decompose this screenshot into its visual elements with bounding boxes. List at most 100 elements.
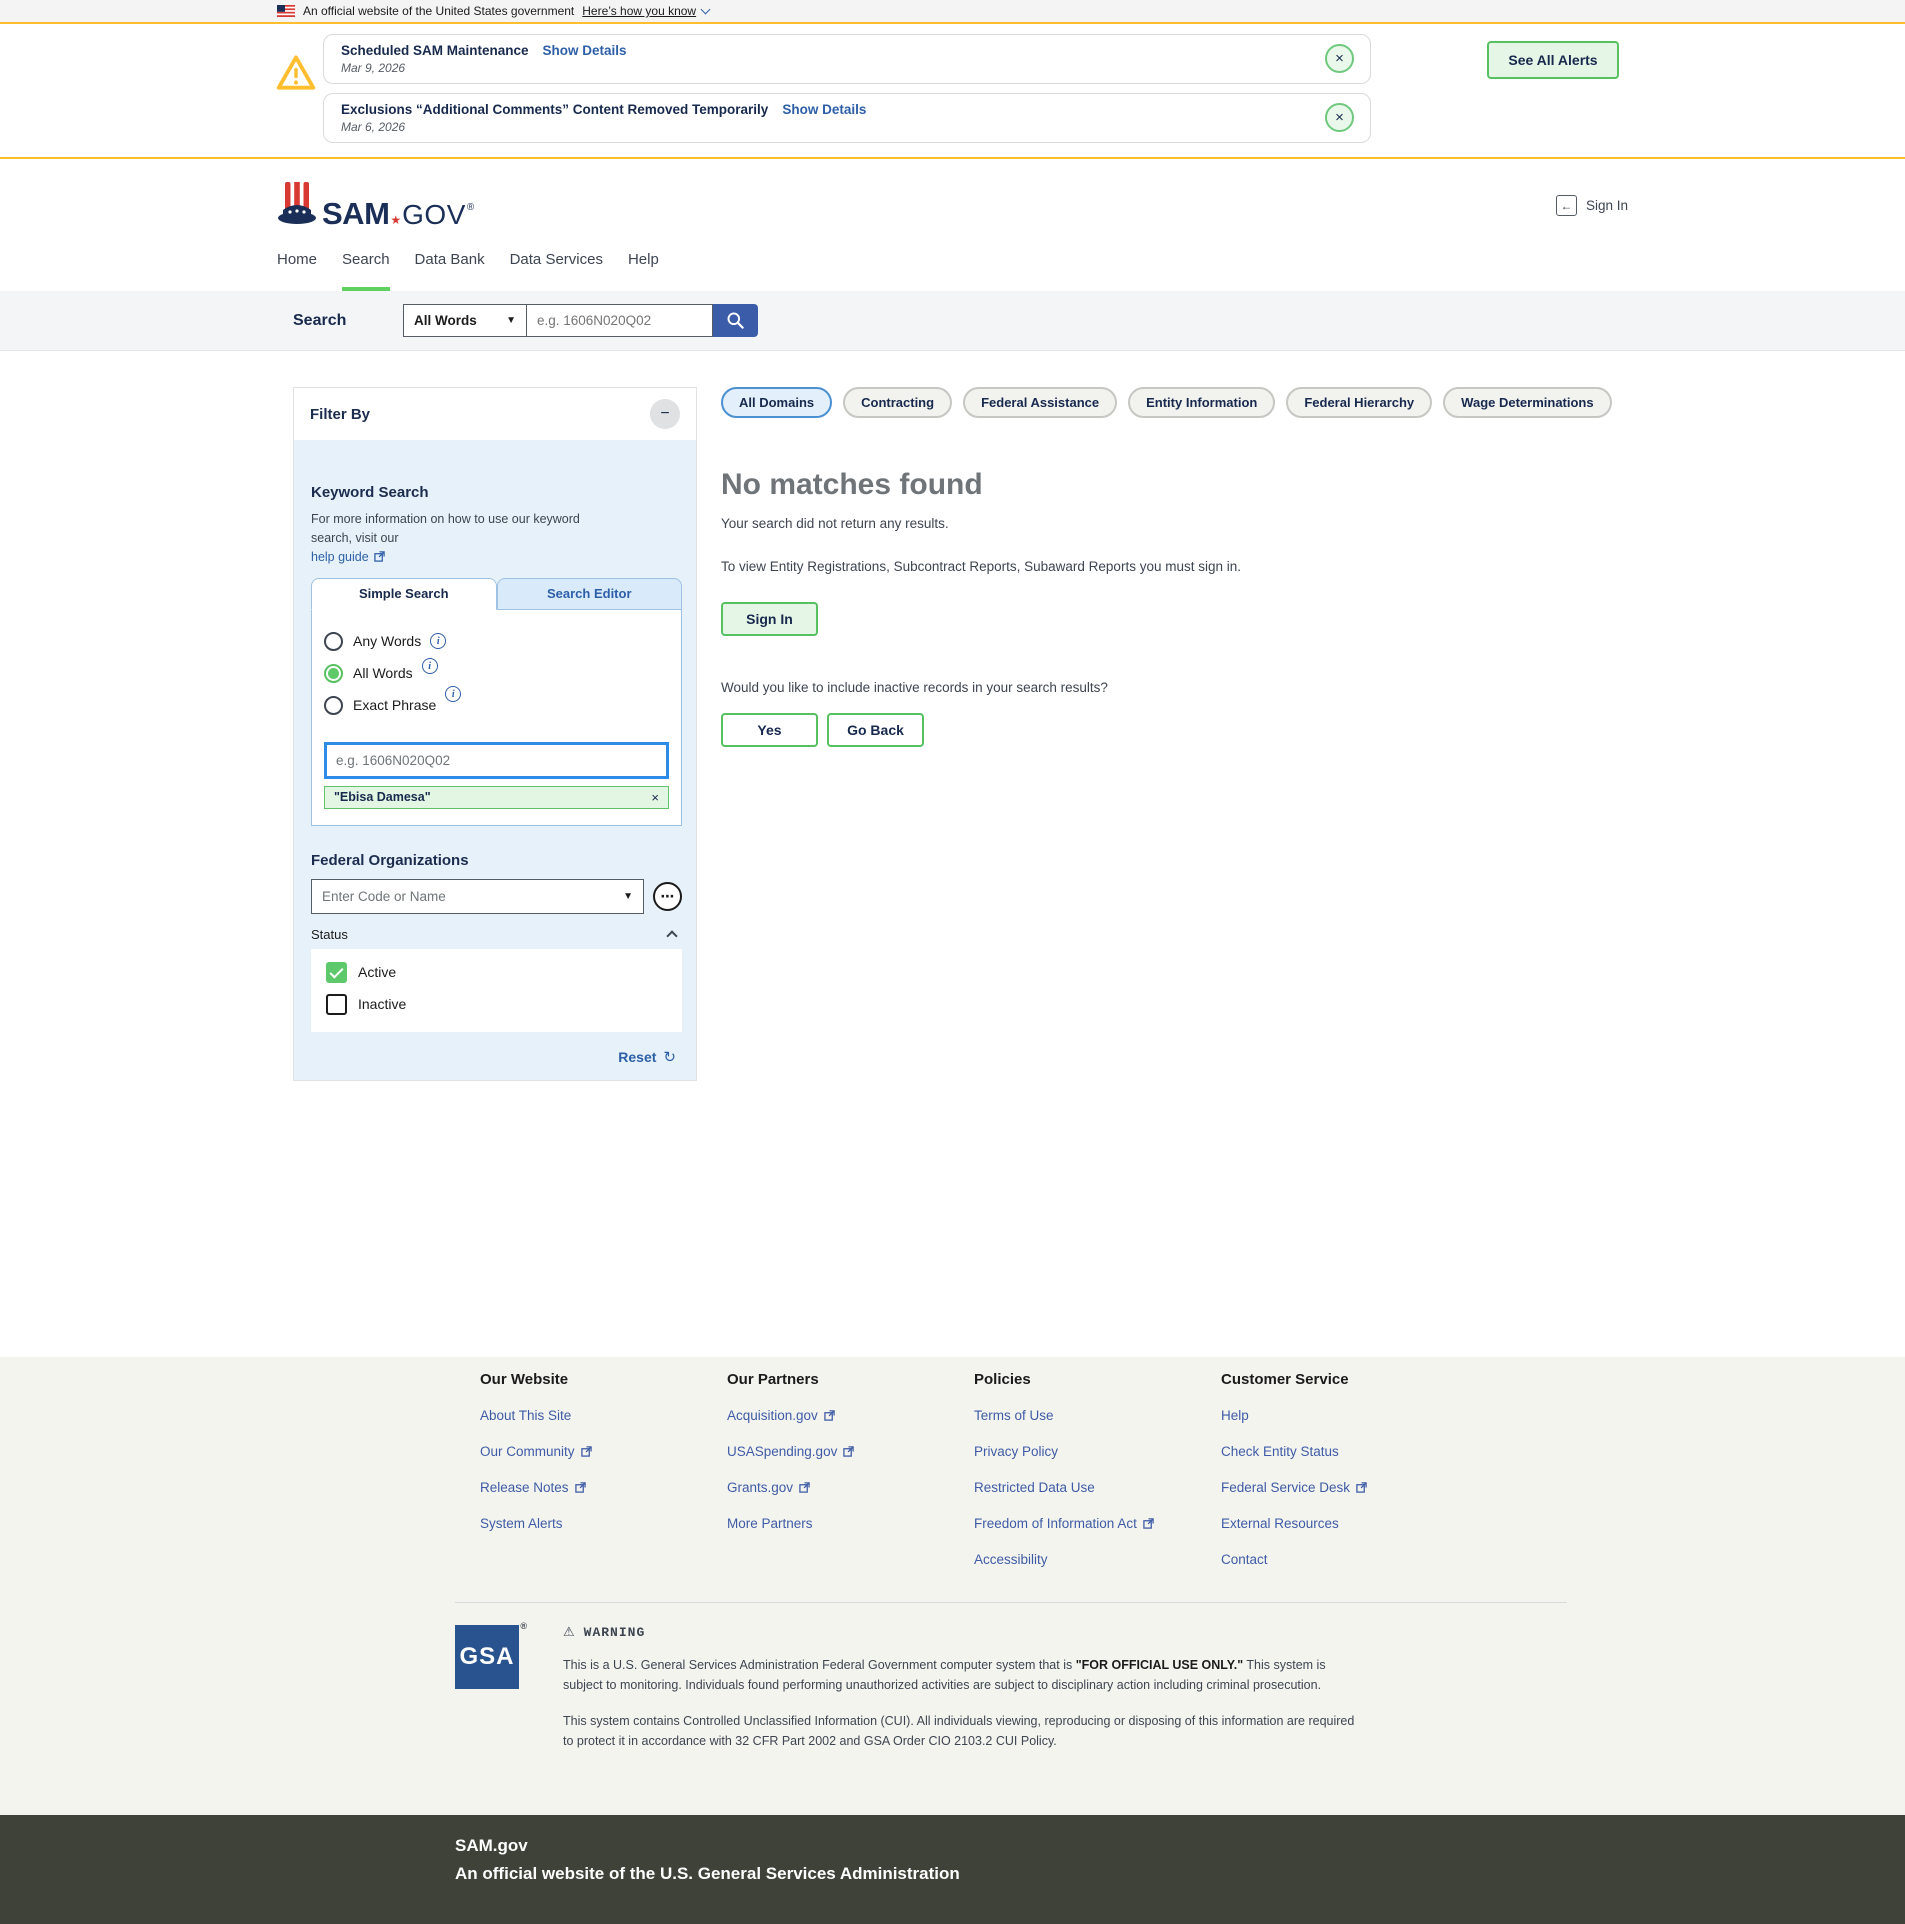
sign-in-button[interactable]: Sign In bbox=[721, 602, 818, 636]
footer-col-our-website: Our Website About This Site Our Communit… bbox=[480, 1371, 727, 1588]
footer-link-acquisition-gov[interactable]: Acquisition.gov bbox=[727, 1408, 974, 1423]
main-content: Filter By − Keyword Search For more info… bbox=[0, 351, 1905, 1357]
nav-item-home[interactable]: Home bbox=[277, 251, 317, 291]
checkbox-inactive[interactable]: Inactive bbox=[326, 994, 667, 1015]
gsa-registered-mark: ® bbox=[520, 1621, 528, 1631]
alert-date: Mar 9, 2026 bbox=[341, 61, 1300, 75]
how-you-know-link[interactable]: Here’s how you know bbox=[582, 4, 709, 18]
footer-col-policies: Policies Terms of Use Privacy Policy Res… bbox=[974, 1371, 1221, 1588]
warning-paragraph-1: This is a U.S. General Services Administ… bbox=[563, 1655, 1363, 1696]
alert-card-exclusions: Exclusions “Additional Comments” Content… bbox=[323, 93, 1371, 143]
alert-title: Exclusions “Additional Comments” Content… bbox=[341, 102, 768, 117]
footer-link-check-entity-status[interactable]: Check Entity Status bbox=[1221, 1444, 1468, 1459]
domain-tab-entity-information[interactable]: Entity Information bbox=[1128, 387, 1275, 418]
magnifier-icon bbox=[726, 311, 745, 330]
info-icon[interactable]: i bbox=[445, 686, 461, 702]
checkbox-checked[interactable] bbox=[326, 962, 347, 983]
sign-in-arrow-icon: ← bbox=[1556, 195, 1577, 216]
external-link-icon bbox=[843, 1446, 854, 1457]
yes-button[interactable]: Yes bbox=[721, 713, 818, 747]
search-type-select[interactable]: All Words ▼ bbox=[403, 304, 527, 337]
footer-heading: Policies bbox=[974, 1371, 1221, 1388]
footer-link-our-community[interactable]: Our Community bbox=[480, 1444, 727, 1459]
sam-gov-logo[interactable]: SAM ★ GOV ® bbox=[277, 178, 474, 232]
show-details-link[interactable]: Show Details bbox=[782, 102, 866, 117]
footer-link-foia[interactable]: Freedom of Information Act bbox=[974, 1516, 1221, 1531]
gov-banner-text: An official website of the United States… bbox=[303, 4, 574, 18]
close-alert-button[interactable]: × bbox=[1325, 103, 1354, 132]
info-icon[interactable]: i bbox=[422, 658, 438, 674]
collapse-filters-button[interactable]: − bbox=[650, 399, 680, 429]
see-all-alerts-button[interactable]: See All Alerts bbox=[1487, 41, 1619, 79]
reset-icon: ↻ bbox=[663, 1048, 676, 1066]
radio-button[interactable] bbox=[324, 696, 343, 715]
radio-all-words[interactable]: All Words i bbox=[324, 664, 669, 683]
bottom-bar-subtitle: An official website of the U.S. General … bbox=[455, 1864, 1905, 1884]
footer-link-contact[interactable]: Contact bbox=[1221, 1552, 1468, 1567]
results-area: All Domains Contracting Federal Assistan… bbox=[721, 387, 1905, 747]
logo-registered-mark: ® bbox=[467, 202, 474, 213]
nav-item-help[interactable]: Help bbox=[628, 251, 659, 291]
chevron-down-icon bbox=[701, 4, 711, 14]
radio-any-words[interactable]: Any Words i bbox=[324, 632, 669, 651]
help-guide-link[interactable]: help guide bbox=[311, 550, 369, 564]
external-link-icon bbox=[799, 1482, 810, 1493]
footer-link-system-alerts[interactable]: System Alerts bbox=[480, 1516, 727, 1531]
remove-chip-icon[interactable]: × bbox=[651, 790, 659, 805]
footer-heading: Customer Service bbox=[1221, 1371, 1468, 1388]
chevron-up-icon[interactable] bbox=[666, 930, 677, 941]
radio-button[interactable] bbox=[324, 632, 343, 651]
gsa-logo: GSA ® bbox=[455, 1625, 519, 1689]
domain-tab-contracting[interactable]: Contracting bbox=[843, 387, 952, 418]
us-flag-icon bbox=[277, 5, 295, 17]
external-link-icon bbox=[1143, 1518, 1154, 1529]
search-submit-button[interactable] bbox=[713, 304, 758, 337]
footer-link-about-this-site[interactable]: About This Site bbox=[480, 1408, 727, 1423]
gov-banner: An official website of the United States… bbox=[0, 0, 1905, 24]
footer-link-more-partners[interactable]: More Partners bbox=[727, 1516, 974, 1531]
footer-link-grants-gov[interactable]: Grants.gov bbox=[727, 1480, 974, 1495]
federal-org-combobox[interactable]: ▼ bbox=[311, 879, 644, 914]
warning-block: ⚠ WARNING This is a U.S. General Service… bbox=[563, 1625, 1363, 1751]
tab-search-editor[interactable]: Search Editor bbox=[497, 578, 683, 610]
footer-link-release-notes[interactable]: Release Notes bbox=[480, 1480, 727, 1495]
keyword-chip: "Ebisa Damesa" × bbox=[324, 786, 669, 809]
nav-item-data-bank[interactable]: Data Bank bbox=[415, 251, 485, 291]
keyword-search-input[interactable] bbox=[324, 742, 669, 779]
nav-item-data-services[interactable]: Data Services bbox=[510, 251, 603, 291]
close-alert-button[interactable]: × bbox=[1325, 44, 1354, 73]
domain-tab-all-domains[interactable]: All Domains bbox=[721, 387, 832, 418]
domain-tab-wage-determinations[interactable]: Wage Determinations bbox=[1443, 387, 1611, 418]
keyword-info-text: For more information on how to use our k… bbox=[311, 510, 613, 548]
footer-link-help[interactable]: Help bbox=[1221, 1408, 1468, 1423]
external-link-icon bbox=[575, 1482, 586, 1493]
info-icon[interactable]: i bbox=[430, 633, 446, 649]
show-details-link[interactable]: Show Details bbox=[543, 43, 627, 58]
tab-simple-search[interactable]: Simple Search bbox=[311, 578, 497, 610]
federal-org-input[interactable] bbox=[322, 889, 623, 904]
radio-button-selected[interactable] bbox=[324, 664, 343, 683]
footer-link-privacy-policy[interactable]: Privacy Policy bbox=[974, 1444, 1221, 1459]
domain-tab-federal-assistance[interactable]: Federal Assistance bbox=[963, 387, 1117, 418]
footer-heading: Our Partners bbox=[727, 1371, 974, 1388]
more-options-button[interactable]: ⋯ bbox=[653, 882, 682, 911]
footer-link-usaspending-gov[interactable]: USASpending.gov bbox=[727, 1444, 974, 1459]
radio-exact-phrase[interactable]: Exact Phrase i bbox=[324, 696, 669, 715]
reset-filters[interactable]: Reset ↻ bbox=[311, 1032, 682, 1080]
global-search-input[interactable] bbox=[527, 304, 713, 337]
checkbox-unchecked[interactable] bbox=[326, 994, 347, 1015]
sign-in-link[interactable]: ← Sign In bbox=[1556, 195, 1628, 216]
go-back-button[interactable]: Go Back bbox=[827, 713, 924, 747]
domain-tab-federal-hierarchy[interactable]: Federal Hierarchy bbox=[1286, 387, 1432, 418]
warning-triangle-icon bbox=[275, 54, 317, 92]
footer-link-accessibility[interactable]: Accessibility bbox=[974, 1552, 1221, 1567]
status-section-header[interactable]: Status bbox=[311, 927, 682, 942]
footer-link-restricted-data-use[interactable]: Restricted Data Use bbox=[974, 1480, 1221, 1495]
domain-tabs: All Domains Contracting Federal Assistan… bbox=[721, 387, 1905, 418]
nav-item-search[interactable]: Search bbox=[342, 251, 390, 291]
checkbox-active[interactable]: Active bbox=[326, 962, 667, 983]
footer-link-federal-service-desk[interactable]: Federal Service Desk bbox=[1221, 1480, 1468, 1495]
footer-link-terms-of-use[interactable]: Terms of Use bbox=[974, 1408, 1221, 1423]
minus-icon: − bbox=[660, 405, 669, 423]
footer-link-external-resources[interactable]: External Resources bbox=[1221, 1516, 1468, 1531]
